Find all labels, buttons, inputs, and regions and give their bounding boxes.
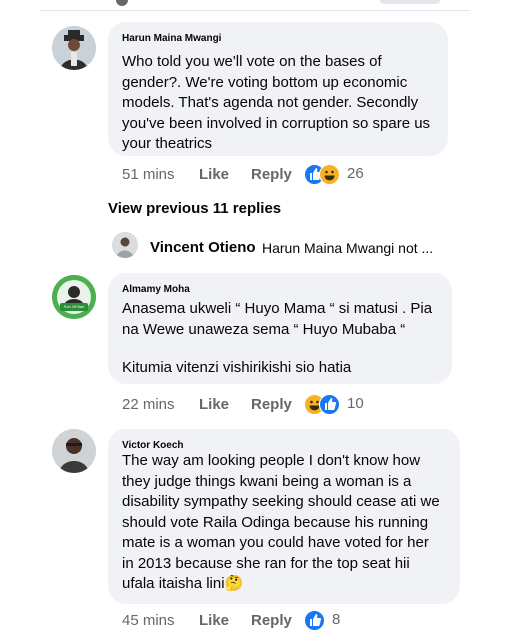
reaction-summary[interactable]: 10 (304, 394, 374, 415)
comment-line: Kitumia vitenzi vishirikishi sio hatia (122, 359, 352, 376)
comment-line: ufala itaisha lini🤔 (122, 575, 244, 592)
comment-line: na Wewe unaweza sema “ Huyo Mubaba “ (122, 321, 406, 338)
comment-line: your theatrics (122, 135, 213, 152)
avatar-almamy[interactable]: Son Of Bari (52, 275, 96, 319)
haha-icon (319, 164, 340, 185)
reply-snippet: Harun Maina Mwangi not ... (262, 240, 434, 256)
comment-author[interactable]: Almamy Moha (122, 284, 190, 295)
comment-time[interactable]: 51 mins (122, 166, 175, 183)
comment-line: The way am looking people I don't know h… (122, 452, 421, 469)
comment-line: should vote Raila Odinga because his run… (122, 513, 429, 531)
view-previous-replies-link[interactable]: View previous 11 replies (108, 200, 281, 217)
reaction-count: 8 (332, 611, 341, 628)
previous-comment-edge (40, 0, 470, 11)
comment-author[interactable]: Victor Koech (122, 440, 184, 451)
comment-author[interactable]: Harun Maina Mwangi (122, 33, 221, 44)
reply-button[interactable]: Reply (251, 612, 292, 629)
comment-line: you've been involved in corruption so sp… (122, 114, 431, 132)
comment-meta: 22 mins (122, 396, 175, 413)
reply-button[interactable]: Reply (251, 166, 292, 183)
like-icon (319, 394, 340, 415)
comment-time[interactable]: 22 mins (122, 396, 175, 413)
comment-time[interactable]: 45 mins (122, 612, 175, 629)
comment-line: they judge things kwani being a woman is… (122, 472, 412, 490)
reaction-count: 10 (347, 395, 364, 412)
reaction-count: 26 (347, 165, 364, 182)
person-avatar-icon (52, 429, 96, 473)
reaction-dot-icon (116, 0, 128, 6)
avatar-vincent[interactable] (112, 232, 138, 258)
comment-meta: 51 mins (122, 166, 175, 183)
like-icon (304, 610, 325, 631)
reply-button[interactable]: Reply (251, 396, 292, 413)
avatar-badge-text: Son Of Bari (63, 304, 85, 309)
reply-preview[interactable]: Vincent Otieno Harun Maina Mwangi not ..… (112, 232, 472, 262)
like-button[interactable]: Like (199, 612, 229, 629)
comment-line: mate is a woman you could have voted for… (122, 534, 429, 551)
comment-bubble: Victor Koech The way am looking people I… (108, 429, 460, 604)
comment-line: Who told you we'll vote on the bases of (122, 53, 382, 70)
comment-line: Anasema ukweli “ Huyo Mama “ si matusi .… (122, 300, 433, 317)
person-avatar-icon (52, 26, 96, 70)
comment-bubble: Harun Maina Mwangi Who told you we'll vo… (108, 22, 448, 156)
truncated-meta (380, 0, 440, 4)
avatar-victor[interactable] (52, 429, 96, 473)
avatar-harun[interactable] (52, 26, 96, 70)
comment-line: models. That's agenda not gender. Second… (122, 94, 419, 111)
comment-bubble: Almamy Moha Anasema ukweli “ Huyo Mama “… (108, 273, 452, 384)
comment-line: in 2013 because she ran for the top seat… (122, 554, 410, 572)
comment-line: gender?. We're voting bottom up economic (122, 73, 408, 91)
reply-author[interactable]: Vincent Otieno (150, 239, 256, 256)
like-button[interactable]: Like (199, 396, 229, 413)
reaction-summary[interactable]: 26 (304, 164, 374, 185)
reaction-summary[interactable]: 8 (304, 610, 354, 631)
person-avatar-icon (52, 275, 96, 319)
comment-line: disability sympathy seeking should cease… (122, 493, 440, 510)
person-avatar-icon (112, 232, 138, 258)
comment-meta: 45 mins (122, 612, 175, 629)
like-button[interactable]: Like (199, 166, 229, 183)
